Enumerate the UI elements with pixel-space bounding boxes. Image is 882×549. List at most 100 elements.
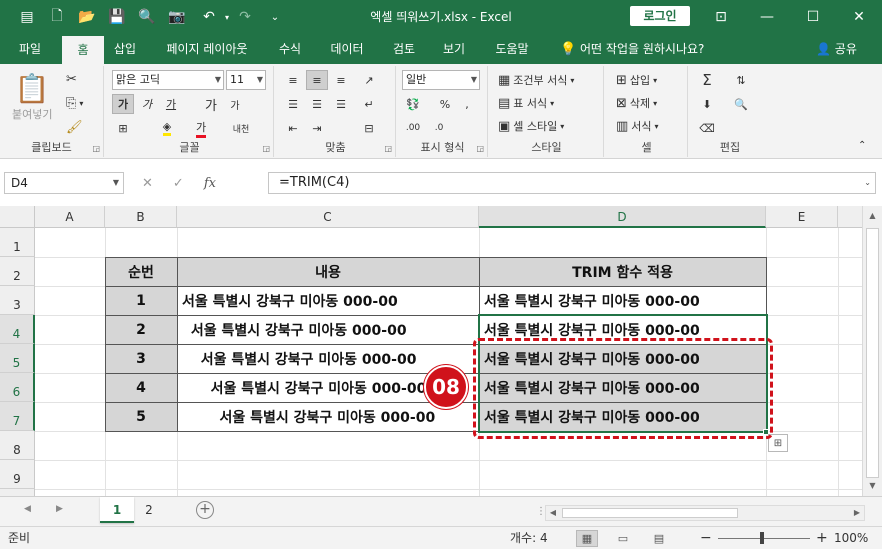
cell-d7[interactable]: 서울 특별시 강북구 미아동 000-00	[484, 402, 700, 431]
quick-analysis-icon[interactable]: ⊞	[768, 434, 788, 452]
select-all-corner[interactable]	[0, 206, 35, 228]
column-header-b[interactable]: B	[105, 206, 177, 228]
font-name-dropdown-icon[interactable]: ▼	[215, 71, 221, 89]
column-header-c[interactable]: C	[177, 206, 479, 228]
cell-d5[interactable]: 서울 특별시 강북구 미아동 000-00	[484, 344, 700, 373]
cut-icon[interactable]: ✂	[66, 72, 77, 87]
zoom-in-icon[interactable]: +	[816, 527, 828, 549]
row-header-9[interactable]: 9	[0, 460, 35, 489]
insert-cells-button[interactable]: ⊞ 삽입 ▾	[616, 72, 657, 88]
header-content[interactable]: 내용	[177, 257, 479, 286]
row-header-8[interactable]: 8	[0, 431, 35, 460]
clear-icon[interactable]: ⌫	[696, 118, 718, 138]
insert-function-icon[interactable]: fx	[204, 176, 216, 191]
conditional-formatting-button[interactable]: ▦ 조건부 서식 ▾	[498, 72, 574, 88]
shrink-font-button[interactable]: 가	[224, 94, 246, 114]
zoom-level[interactable]: 100%	[834, 527, 868, 549]
scroll-up-icon[interactable]: ▲	[863, 208, 882, 224]
grow-font-button[interactable]: 가	[200, 94, 222, 114]
cell-c6[interactable]: 서울 특별시 강북구 미아동 000-00	[196, 373, 427, 402]
find-select-icon[interactable]: 🔍	[730, 94, 752, 114]
row-header-3[interactable]: 3	[0, 286, 35, 315]
number-format-combo[interactable]: 일반 ▼	[402, 70, 480, 90]
autosum-icon[interactable]: Σ	[696, 70, 718, 90]
scroll-right-icon[interactable]: ▶	[850, 506, 864, 520]
comma-style-icon[interactable]: ,	[456, 94, 478, 114]
fill-icon[interactable]: ⬇	[696, 94, 718, 114]
font-name-combo[interactable]: 맑은 고딕 ▼	[112, 70, 224, 90]
cell-b7[interactable]: 5	[105, 402, 177, 431]
cell-c3[interactable]: 서울 특별시 강북구 미아동 000-00	[182, 286, 398, 315]
align-middle-icon[interactable]: ≡	[306, 70, 328, 90]
tab-review[interactable]: 검토	[382, 34, 426, 64]
name-box[interactable]: D4 ▼	[4, 172, 124, 194]
cell-c4[interactable]: 서울 특별시 강북구 미아동 000-00	[186, 315, 407, 344]
formula-input[interactable]: =TRIM(C4) ⌄	[268, 172, 876, 194]
collapse-ribbon-icon[interactable]: ⌃	[858, 140, 866, 151]
open-folder-icon[interactable]: 📂	[74, 0, 100, 34]
font-size-dropdown-icon[interactable]: ▼	[257, 71, 263, 89]
print-preview-icon[interactable]: 🔍	[134, 0, 160, 34]
column-header-f[interactable]	[838, 206, 862, 228]
page-break-view-icon[interactable]: ▤	[648, 530, 670, 547]
align-center-icon[interactable]: ☰	[306, 94, 328, 114]
worksheet-grid[interactable]: A B C D E 1 2 3 4 5 6 7 8 9 순번 내용 TRIM 함…	[0, 206, 862, 496]
phonetic-icon[interactable]: 내천	[230, 118, 252, 138]
tell-me-search[interactable]: 💡 어떤 작업을 원하시나요?	[560, 34, 704, 64]
tab-page-layout[interactable]: 페이지 레이아웃	[152, 34, 262, 64]
expand-formula-bar-icon[interactable]: ⌄	[864, 173, 871, 193]
share-button[interactable]: 👤 공유	[816, 34, 857, 64]
number-launcher-icon[interactable]: ◲	[476, 144, 484, 153]
close-icon[interactable]: ✕	[836, 0, 882, 34]
add-sheet-icon[interactable]: +	[196, 501, 214, 519]
paste-button[interactable]: 📋 붙여넣기	[12, 72, 52, 122]
clipboard-launcher-icon[interactable]: ◲	[92, 144, 100, 153]
name-box-dropdown-icon[interactable]: ▼	[113, 173, 119, 193]
percent-icon[interactable]: %	[434, 94, 456, 114]
horizontal-scroll-thumb[interactable]	[562, 508, 738, 518]
delete-cells-button[interactable]: ⊠ 삭제 ▾	[616, 95, 657, 111]
align-right-icon[interactable]: ☰	[330, 94, 352, 114]
tab-home[interactable]: 홈	[62, 36, 104, 64]
sheet-scroll-left-icon[interactable]: ◀	[24, 504, 31, 514]
cell-b5[interactable]: 3	[105, 344, 177, 373]
accounting-format-icon[interactable]: 💱	[402, 94, 424, 114]
header-number[interactable]: 순번	[105, 257, 177, 286]
merge-center-icon[interactable]: ⊟	[358, 118, 380, 138]
header-trim[interactable]: TRIM 함수 적용	[479, 257, 766, 286]
tab-file[interactable]: 파일	[6, 34, 54, 64]
cancel-icon[interactable]: ✕	[142, 176, 153, 191]
cell-c5[interactable]: 서울 특별시 강북구 미아동 000-00	[191, 344, 417, 373]
copy-icon[interactable]: ⎘ ▾	[66, 96, 83, 111]
number-format-dropdown-icon[interactable]: ▼	[471, 71, 477, 89]
column-header-e[interactable]: E	[766, 206, 838, 228]
column-header-a[interactable]: A	[35, 206, 105, 228]
format-cells-button[interactable]: ▥ 서식 ▾	[616, 118, 659, 134]
excel-menu-icon[interactable]: ▤	[14, 0, 40, 34]
customize-quick-access-icon[interactable]: ⌄	[262, 0, 288, 34]
format-painter-icon[interactable]: 🖌	[66, 120, 83, 135]
tab-insert[interactable]: 삽입	[104, 34, 146, 64]
row-header-1[interactable]: 1	[0, 228, 35, 257]
login-button[interactable]: 로그인	[630, 6, 690, 26]
fill-color-icon[interactable]: ◈	[156, 118, 178, 138]
enter-icon[interactable]: ✓	[173, 176, 184, 191]
align-top-icon[interactable]: ≡	[282, 70, 304, 90]
cell-c7[interactable]: 서울 특별시 강북구 미아동 000-00	[200, 402, 435, 431]
page-layout-view-icon[interactable]: ▭	[612, 530, 634, 547]
font-launcher-icon[interactable]: ◲	[262, 144, 270, 153]
cell-b6[interactable]: 4	[105, 373, 177, 402]
row-header-5[interactable]: 5	[0, 344, 35, 373]
tab-formulas[interactable]: 수식	[268, 34, 312, 64]
sheet-scroll-right-icon[interactable]: ▶	[56, 504, 63, 514]
column-header-d[interactable]: D	[479, 206, 766, 228]
zoom-out-icon[interactable]: −	[700, 527, 712, 549]
tab-help[interactable]: 도움말	[484, 34, 540, 64]
horizontal-scrollbar[interactable]: ◀ ▶	[545, 505, 865, 521]
row-header-7[interactable]: 7	[0, 402, 35, 431]
vertical-scrollbar[interactable]: ▲ ▼	[862, 206, 882, 496]
tab-view[interactable]: 보기	[432, 34, 476, 64]
underline-button[interactable]: 가	[160, 94, 182, 114]
row-header-4[interactable]: 4	[0, 315, 35, 344]
bold-button[interactable]: 가	[112, 94, 134, 114]
